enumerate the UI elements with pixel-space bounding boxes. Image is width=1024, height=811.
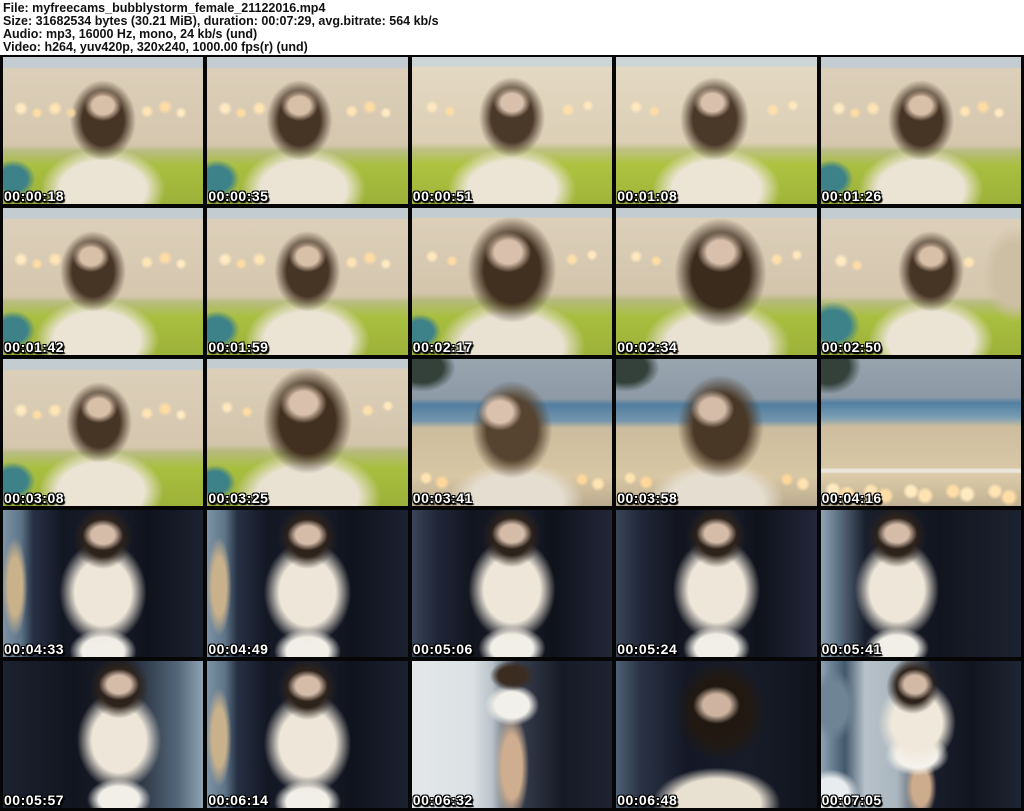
timestamp-label: 00:00:35 — [208, 188, 269, 204]
timestamp-label: 00:06:14 — [208, 792, 269, 808]
thumbnail: 00:03:08 — [3, 359, 204, 506]
timestamp-label: 00:04:33 — [4, 641, 65, 657]
timestamp-label: 00:00:18 — [4, 188, 65, 204]
timestamp-label: 00:05:57 — [4, 792, 65, 808]
thumbnail: 00:03:25 — [207, 359, 408, 506]
thumbnail: 00:00:18 — [3, 57, 204, 204]
timestamp-label: 00:02:34 — [617, 339, 678, 355]
thumbnail: 00:06:14 — [207, 661, 408, 808]
thumbnail: 00:04:49 — [207, 510, 408, 657]
thumbnail: 00:02:34 — [616, 208, 817, 355]
thumbnail: 00:06:32 — [411, 661, 613, 808]
timestamp-label: 00:03:25 — [208, 490, 269, 506]
thumbnail: 00:02:50 — [820, 208, 1021, 355]
thumbnail-grid: 00:00:18 00:00:35 00:00:51 00:01:08 00:0… — [0, 55, 1024, 811]
thumbnail: 00:07:05 — [820, 661, 1021, 808]
video-info-line: Video: h264, yuv420p, 320x240, 1000.00 f… — [3, 40, 308, 54]
thumbnail: 00:05:41 — [820, 510, 1021, 657]
thumbnail: 00:00:35 — [207, 57, 408, 204]
thumbnail: 00:00:51 — [411, 57, 613, 204]
thumbnail: 00:05:06 — [411, 510, 613, 657]
thumbnail: 00:02:17 — [411, 208, 613, 355]
timestamp-label: 00:04:49 — [208, 641, 269, 657]
timestamp-label: 00:06:48 — [617, 792, 678, 808]
thumbnail: 00:01:26 — [820, 57, 1021, 204]
timestamp-label: 00:02:17 — [412, 339, 473, 355]
timestamp-label: 00:07:05 — [821, 792, 882, 808]
timestamp-label: 00:03:58 — [617, 490, 678, 506]
timestamp-label: 00:03:41 — [412, 490, 473, 506]
thumbnail: 00:03:58 — [616, 359, 817, 506]
thumbnail: 00:01:42 — [3, 208, 204, 355]
video-contact-sheet: File: myfreecams_bubblystorm_female_2112… — [0, 0, 1024, 811]
timestamp-label: 00:05:41 — [821, 641, 882, 657]
timestamp-label: 00:04:16 — [821, 490, 882, 506]
timestamp-label: 00:01:26 — [821, 188, 882, 204]
file-info-header: File: myfreecams_bubblystorm_female_2112… — [0, 0, 1024, 55]
thumbnail: 00:04:16 — [820, 359, 1021, 506]
thumbnail: 00:01:59 — [207, 208, 408, 355]
thumbnail: 00:03:41 — [411, 359, 613, 506]
timestamp-label: 00:01:08 — [617, 188, 678, 204]
timestamp-label: 00:00:51 — [412, 188, 473, 204]
timestamp-label: 00:02:50 — [821, 339, 882, 355]
timestamp-label: 00:05:24 — [617, 641, 678, 657]
thumbnail: 00:05:57 — [3, 661, 204, 808]
thumbnail: 00:04:33 — [3, 510, 204, 657]
timestamp-label: 00:05:06 — [412, 641, 473, 657]
thumbnail: 00:01:08 — [616, 57, 817, 204]
thumbnail: 00:05:24 — [616, 510, 817, 657]
timestamp-label: 00:03:08 — [4, 490, 65, 506]
timestamp-label: 00:01:42 — [4, 339, 65, 355]
thumbnail: 00:06:48 — [616, 661, 817, 808]
timestamp-label: 00:01:59 — [208, 339, 269, 355]
timestamp-label: 00:06:32 — [412, 792, 473, 808]
